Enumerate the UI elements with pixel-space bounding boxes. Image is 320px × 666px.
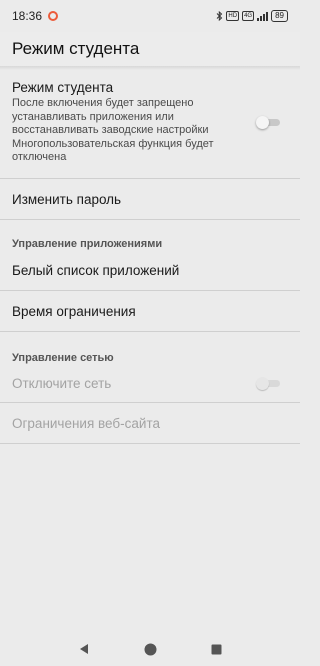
summary-line: После включения будет запрещено: [12, 97, 194, 109]
network-management-header: Управление сетью: [12, 352, 114, 364]
signal-icon: [257, 11, 269, 21]
student-mode-title: Режим студента: [12, 80, 114, 95]
student-mode-row[interactable]: Режим студента После включения будет зап…: [0, 70, 300, 178]
recents-icon: [211, 644, 221, 654]
time-limit-row[interactable]: Время ограничения: [0, 291, 300, 331]
change-password-title: Изменить пароль: [12, 191, 122, 207]
network-tag: 4G: [242, 11, 255, 21]
app-management-header-row: Управление приложениями: [0, 220, 300, 250]
recents-button[interactable]: [183, 632, 249, 666]
summary-line: отключена: [12, 151, 67, 163]
navigation-bar: [0, 632, 300, 666]
summary-line: устанавливать приложения или: [12, 110, 174, 123]
app-whitelist-title: Белый список приложений: [12, 262, 180, 278]
status-left: 18:36: [12, 9, 59, 23]
website-limits-row: Ограничения веб-сайта: [0, 403, 300, 443]
toggle-thumb: [256, 377, 269, 390]
disable-network-title: Отключите сеть: [12, 375, 112, 391]
back-icon: [80, 644, 88, 654]
battery-icon: 89: [271, 10, 288, 22]
student-mode-text: Режим студента После включения будет зап…: [12, 80, 252, 165]
toggle-thumb: [256, 116, 269, 129]
disable-network-toggle: [256, 377, 280, 390]
app-whitelist-row[interactable]: Белый список приложений: [0, 250, 300, 290]
record-icon: [48, 11, 59, 21]
network-management-header-row: Управление сетью: [0, 332, 300, 364]
disable-network-row: Отключите сеть: [0, 364, 300, 402]
change-password-row[interactable]: Изменить пароль: [0, 179, 300, 219]
student-mode-summary: После включения будет запрещено устанавл…: [12, 97, 252, 165]
app-bar: Режим студента: [0, 32, 300, 66]
student-mode-toggle[interactable]: [256, 116, 280, 129]
status-time: 18:36: [12, 9, 43, 23]
app-management-header: Управление приложениями: [12, 238, 163, 250]
status-right: HD 4G 89: [216, 10, 288, 22]
summary-line: восстанавливать заводские настройки: [12, 124, 209, 136]
divider: [0, 443, 300, 444]
home-button[interactable]: [117, 632, 183, 666]
page-title: Режим студента: [12, 39, 140, 58]
bluetooth-icon: [217, 11, 223, 21]
home-icon: [144, 643, 156, 655]
summary-line: Многопользовательская функция будет: [12, 137, 214, 150]
website-limits-title: Ограничения веб-сайта: [12, 415, 160, 431]
time-limit-title: Время ограничения: [12, 303, 136, 319]
settings-list: Режим студента После включения будет зап…: [0, 70, 300, 444]
status-bar: 18:36 HD 4G 89: [0, 0, 300, 32]
back-button[interactable]: [51, 632, 117, 666]
hd-icon: HD: [226, 11, 240, 21]
